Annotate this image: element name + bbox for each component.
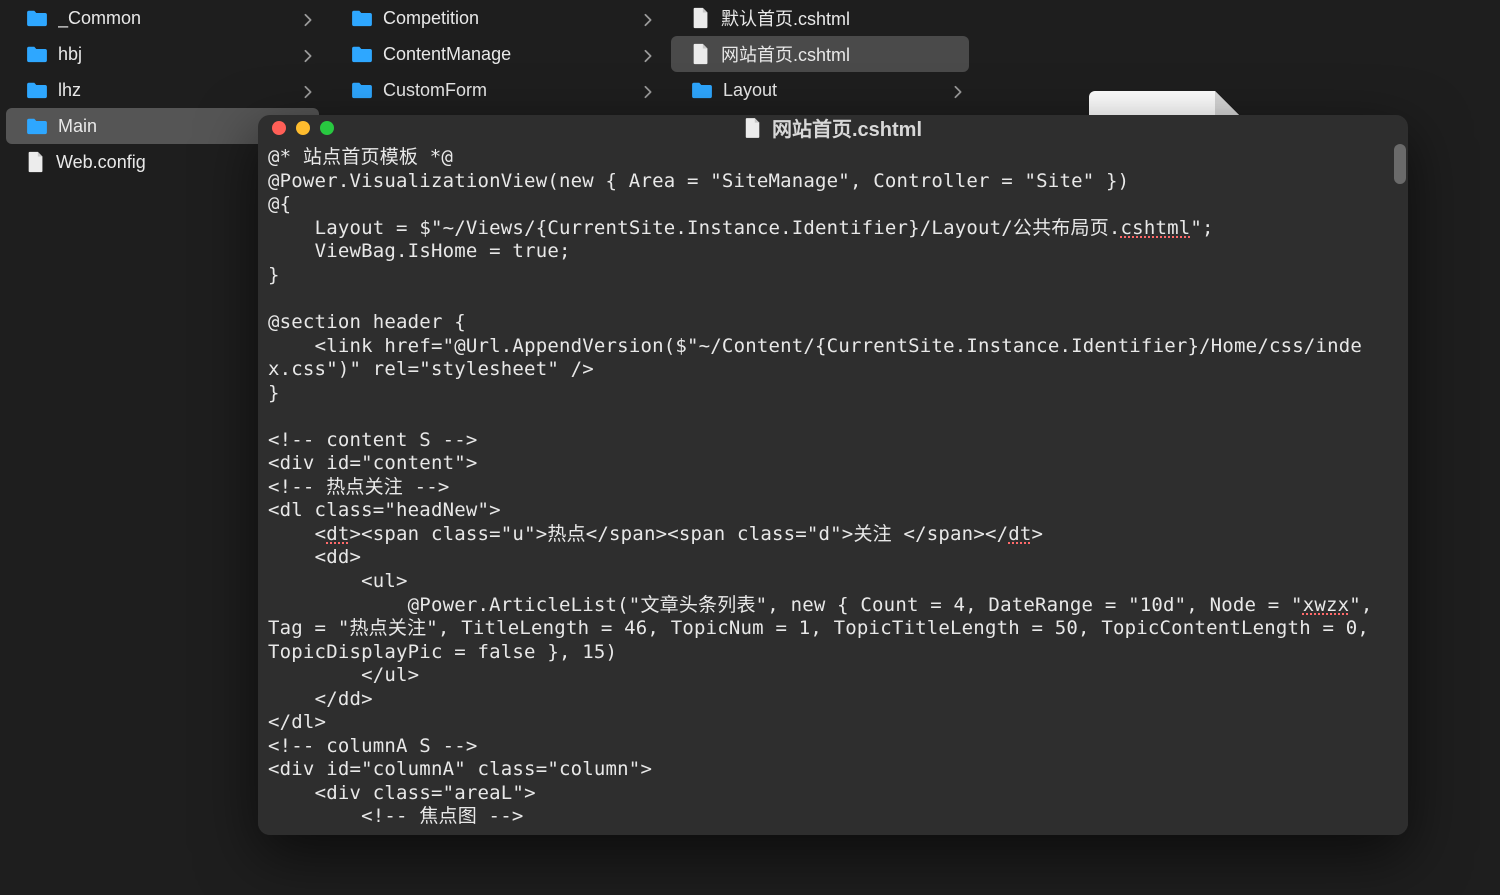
minimize-window-button[interactable] bbox=[296, 121, 310, 135]
folder-layout[interactable]: Layout bbox=[665, 72, 975, 108]
folder-icon bbox=[26, 9, 48, 27]
chevron-right-icon bbox=[643, 49, 653, 59]
titlebar[interactable]: 网站首页.cshtml bbox=[258, 115, 1408, 140]
window-title-text: 网站首页.cshtml bbox=[772, 115, 922, 142]
folder-icon bbox=[26, 117, 48, 135]
item-label: Competition bbox=[383, 8, 637, 29]
file-icon bbox=[691, 43, 711, 65]
scrollbar-thumb[interactable] bbox=[1394, 144, 1406, 184]
chevron-right-icon bbox=[953, 85, 963, 95]
editor-body: @* 站点首页模板 *@ @Power.VisualizationView(ne… bbox=[258, 140, 1408, 835]
folder-icon bbox=[26, 45, 48, 63]
file-icon bbox=[26, 151, 46, 173]
folder-icon bbox=[351, 45, 373, 63]
folder-icon bbox=[351, 81, 373, 99]
code-area[interactable]: @* 站点首页模板 *@ @Power.VisualizationView(ne… bbox=[258, 140, 1392, 835]
file-site-home[interactable]: 网站首页.cshtml bbox=[671, 36, 969, 72]
chevron-right-icon bbox=[643, 85, 653, 95]
folder-hbj[interactable]: hbj bbox=[0, 36, 325, 72]
folder-competition[interactable]: Competition bbox=[325, 0, 665, 36]
chevron-right-icon bbox=[643, 13, 653, 23]
item-label: ContentManage bbox=[383, 44, 637, 65]
folder-lhz[interactable]: lhz bbox=[0, 72, 325, 108]
window-controls bbox=[272, 121, 334, 135]
folder-customform[interactable]: CustomForm bbox=[325, 72, 665, 108]
item-label: 网站首页.cshtml bbox=[721, 41, 963, 67]
file-icon bbox=[744, 117, 762, 139]
text-editor-window: 网站首页.cshtml @* 站点首页模板 *@ @Power.Visualiz… bbox=[258, 115, 1408, 835]
folder-common[interactable]: _Common bbox=[0, 0, 325, 36]
close-window-button[interactable] bbox=[272, 121, 286, 135]
window-title: 网站首页.cshtml bbox=[744, 115, 922, 142]
folder-contentmanage[interactable]: ContentManage bbox=[325, 36, 665, 72]
item-label: CustomForm bbox=[383, 80, 637, 101]
folder-icon bbox=[351, 9, 373, 27]
chevron-right-icon bbox=[303, 85, 313, 95]
chevron-right-icon bbox=[303, 49, 313, 59]
vertical-scrollbar[interactable] bbox=[1392, 140, 1408, 835]
file-default-home[interactable]: 默认首页.cshtml bbox=[665, 0, 975, 36]
code-content[interactable]: @* 站点首页模板 *@ @Power.VisualizationView(ne… bbox=[264, 146, 1386, 829]
chevron-right-icon bbox=[303, 13, 313, 23]
folder-icon bbox=[26, 81, 48, 99]
item-label: lhz bbox=[58, 80, 297, 101]
item-label: hbj bbox=[58, 44, 297, 65]
folder-icon bbox=[691, 81, 713, 99]
file-icon bbox=[691, 7, 711, 29]
zoom-window-button[interactable] bbox=[320, 121, 334, 135]
item-label: _Common bbox=[58, 8, 297, 29]
item-label: 默认首页.cshtml bbox=[721, 5, 963, 31]
item-label: Layout bbox=[723, 80, 947, 101]
